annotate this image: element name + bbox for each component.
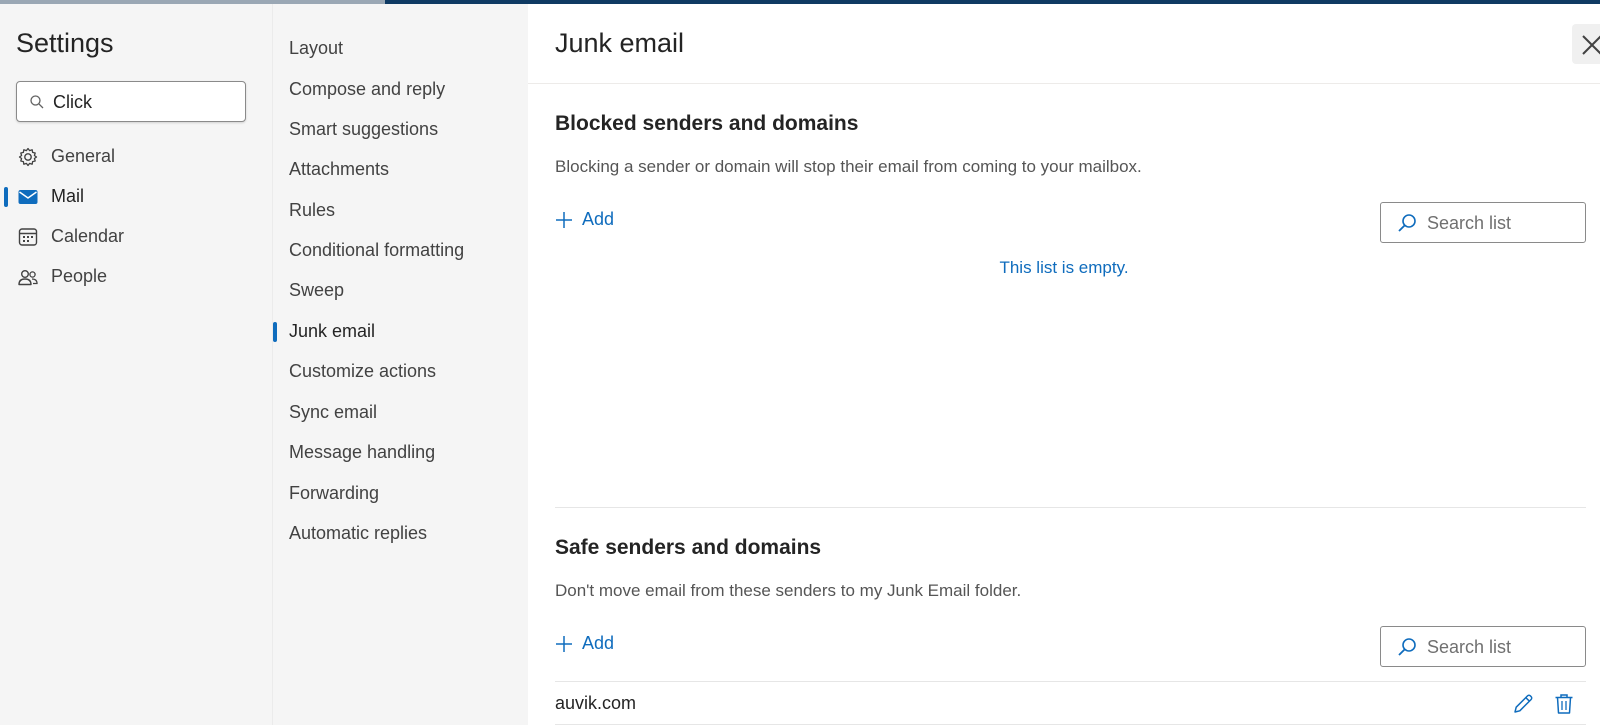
list-item: auvik.com — [555, 681, 1586, 725]
subnav-item-customize-actions[interactable]: Customize actions — [273, 353, 529, 389]
search-icon — [1398, 214, 1416, 232]
safe-search-input[interactable] — [1427, 633, 1577, 661]
sidebar-item-mail[interactable]: Mail — [0, 179, 272, 215]
add-label: Add — [582, 209, 615, 229]
delete-icon[interactable] — [1552, 692, 1576, 716]
subnav-item-smart-suggestions[interactable]: Smart suggestions — [273, 111, 529, 147]
settings-sidebar: Settings General Mail — [0, 4, 272, 725]
sidebar-item-label: Mail — [51, 186, 85, 206]
search-icon — [30, 95, 44, 109]
subnav-item-compose-and-reply[interactable]: Compose and reply — [273, 71, 529, 107]
calendar-icon — [18, 228, 38, 246]
blocked-add-button[interactable]: Add — [555, 205, 635, 235]
plus-icon — [556, 212, 572, 228]
sidebar-item-people[interactable]: People — [0, 259, 272, 295]
safe-section-title: Safe senders and domains — [555, 536, 822, 559]
subnav-item-sweep[interactable]: Sweep — [273, 272, 529, 308]
subnav-item-junk-email[interactable]: Junk email — [273, 313, 529, 349]
blocked-section-title: Blocked senders and domains — [555, 112, 859, 135]
subnav-item-rules[interactable]: Rules — [273, 192, 529, 228]
close-button[interactable] — [1572, 24, 1600, 64]
blocked-search-input[interactable] — [1427, 209, 1577, 237]
people-icon — [18, 269, 38, 286]
settings-title: Settings — [16, 28, 114, 58]
plus-icon — [556, 636, 572, 652]
subnav-item-label: Layout — [289, 38, 344, 58]
subnav-item-label: Forwarding — [289, 483, 380, 503]
header-divider — [528, 83, 1600, 84]
safe-add-button[interactable]: Add — [555, 629, 635, 659]
safe-search-box[interactable] — [1380, 626, 1586, 667]
blocked-section-description: Blocking a sender or domain will stop th… — [555, 157, 1142, 176]
subnav-item-label: Automatic replies — [289, 523, 428, 543]
add-label: Add — [582, 633, 615, 653]
mail-icon — [18, 190, 38, 204]
close-icon — [1582, 35, 1600, 55]
page-title: Junk email — [555, 28, 685, 58]
blocked-search-box[interactable] — [1380, 202, 1586, 243]
sidebar-item-label: People — [51, 266, 108, 286]
subnav-item-sync-email[interactable]: Sync email — [273, 394, 529, 430]
edit-icon[interactable] — [1511, 692, 1535, 716]
settings-search-input[interactable] — [53, 88, 238, 116]
subnav-item-label: Conditional formatting — [289, 240, 465, 260]
subnav-item-label: Sync email — [289, 402, 378, 422]
subnav-item-label: Rules — [289, 200, 336, 220]
sidebar-item-label: Calendar — [51, 226, 125, 246]
gear-icon — [18, 147, 38, 167]
subnav-item-label: Compose and reply — [289, 79, 446, 99]
sidebar-item-general[interactable]: General — [0, 139, 272, 175]
blocked-empty-message: This list is empty. — [999, 258, 1129, 277]
subnav-item-label: Message handling — [289, 442, 436, 462]
subnav-item-label: Junk email — [289, 321, 376, 341]
subnav-item-automatic-replies[interactable]: Automatic replies — [273, 515, 529, 551]
sidebar-item-label: General — [51, 146, 116, 166]
subnav-item-message-handling[interactable]: Message handling — [273, 434, 529, 470]
subnav-item-attachments[interactable]: Attachments — [273, 151, 529, 187]
safe-section-description: Don't move email from these senders to m… — [555, 581, 1022, 600]
subnav-item-label: Customize actions — [289, 361, 437, 381]
settings-search-box[interactable] — [16, 81, 246, 122]
active-indicator — [4, 187, 8, 207]
subnav-item-forwarding[interactable]: Forwarding — [273, 475, 529, 511]
subnav-item-conditional-formatting[interactable]: Conditional formatting — [273, 232, 529, 268]
subnav-item-label: Smart suggestions — [289, 119, 439, 139]
active-indicator — [273, 322, 277, 342]
search-icon — [1398, 638, 1416, 656]
junk-email-panel: Junk email Blocked senders and domains B… — [528, 4, 1600, 725]
sidebar-item-calendar[interactable]: Calendar — [0, 219, 272, 255]
section-divider — [555, 507, 1586, 508]
safe-sender-domain: auvik.com — [555, 693, 637, 713]
subnav-item-label: Attachments — [289, 159, 390, 179]
mail-settings-nav: Layout Compose and reply Smart suggestio… — [272, 4, 528, 725]
subnav-item-label: Sweep — [289, 280, 345, 300]
subnav-item-layout[interactable]: Layout — [273, 30, 529, 66]
